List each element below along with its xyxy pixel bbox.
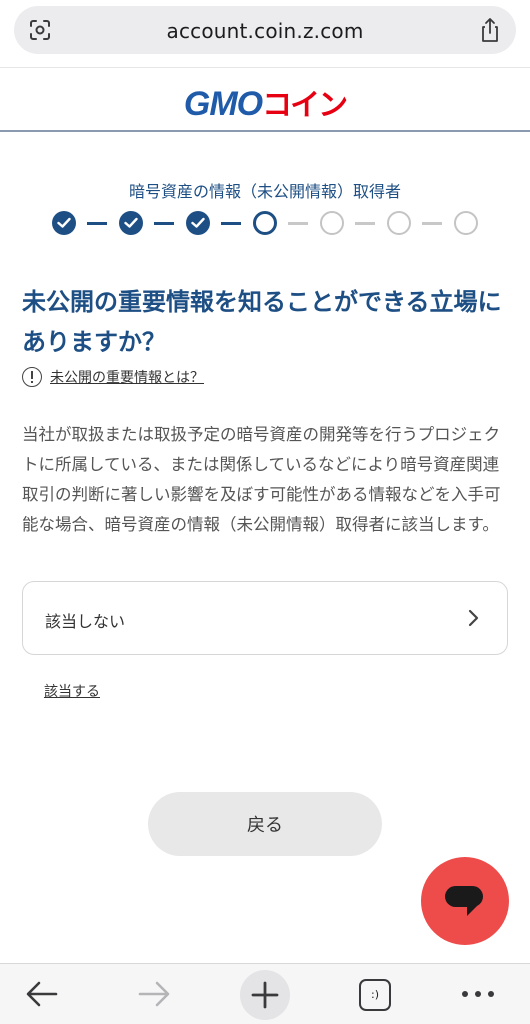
logo-gmo-text: GMO: [183, 85, 263, 123]
browser-url-bar[interactable]: account.coin.z.com: [14, 6, 516, 54]
share-icon[interactable]: [478, 17, 502, 43]
help-link-row[interactable]: 未公開の重要情報とは？: [22, 366, 204, 388]
logo-kana-text: コイン: [262, 88, 348, 123]
question-title: 未公開の重要情報を知ることができる立場にありますか？: [22, 288, 502, 356]
step-connector: [154, 222, 174, 225]
browser-divider: [0, 67, 530, 68]
chevron-right-icon: [467, 608, 481, 628]
more-icon[interactable]: [458, 982, 498, 1006]
option-applicable-link[interactable]: 該当する: [44, 681, 100, 701]
step-connector: [422, 222, 442, 225]
step-2-complete-icon: [119, 211, 143, 235]
plus-icon: [251, 981, 279, 1009]
tabs-button[interactable]: :): [359, 979, 391, 1011]
step-3-complete-icon: [186, 211, 210, 235]
brand-logo: GMOコイン: [0, 80, 530, 123]
option-not-applicable-button[interactable]: 該当しない: [22, 581, 508, 655]
chat-bubble-icon: [445, 886, 483, 916]
step-connector: [288, 222, 308, 225]
step-4-current-icon: [253, 211, 277, 235]
back-button[interactable]: 戻る: [148, 792, 382, 856]
question-description: 当社が取扱または取扱予定の暗号資産の開発等を行うプロジェクトに所属している、また…: [22, 425, 501, 534]
step-5-pending-icon: [320, 211, 344, 235]
chat-button[interactable]: [421, 857, 509, 945]
url-text[interactable]: account.coin.z.com: [74, 19, 456, 43]
screenshot-lens-icon[interactable]: [28, 18, 52, 42]
help-link[interactable]: 未公開の重要情報とは？: [50, 367, 204, 387]
header-divider: [0, 130, 530, 132]
step-connector: [221, 222, 241, 225]
option-label: 該当しない: [45, 612, 126, 631]
step-7-pending-icon: [454, 211, 478, 235]
forward-arrow-icon[interactable]: [136, 974, 180, 1018]
new-tab-button[interactable]: [240, 970, 290, 1020]
exclamation-circle-icon: [22, 367, 42, 387]
progress-stepper: [52, 208, 482, 238]
back-arrow-icon[interactable]: [24, 974, 68, 1018]
step-1-complete-icon: [52, 211, 76, 235]
step-connector: [87, 222, 107, 225]
browser-toolbar: :): [0, 963, 530, 1024]
step-6-pending-icon: [387, 211, 411, 235]
step-title: 暗号資産の情報（未公開情報）取得者: [128, 182, 401, 201]
step-connector: [355, 222, 375, 225]
